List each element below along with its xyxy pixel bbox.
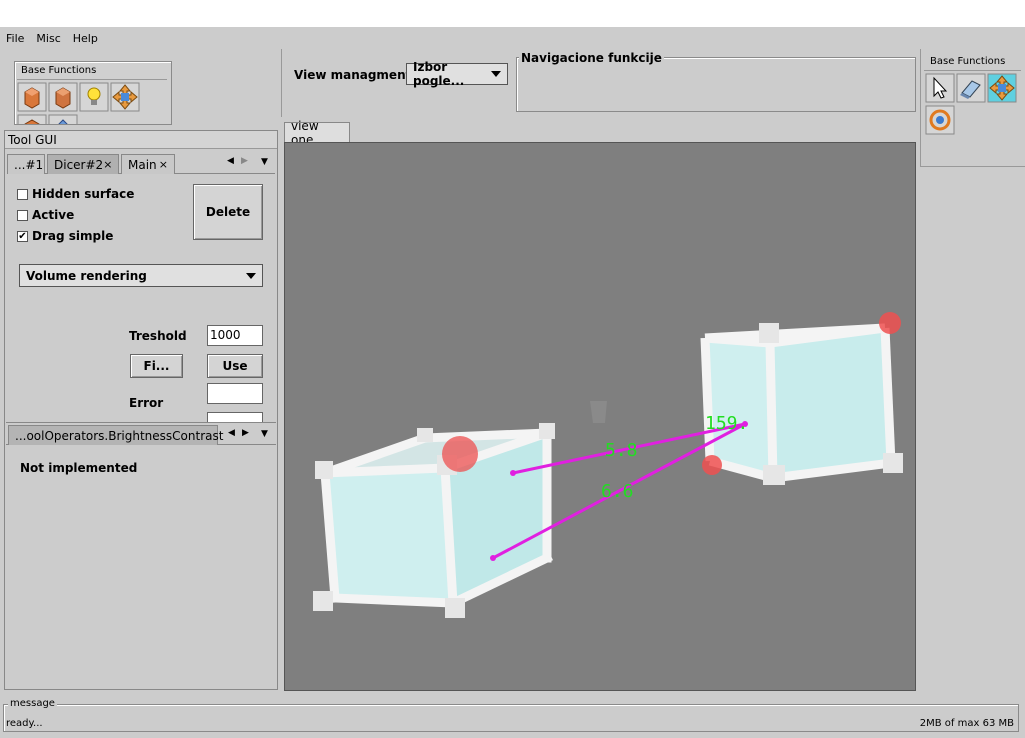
active-checkbox[interactable]: Active [17, 208, 74, 222]
view-management-area: View managment Izbor pogle... Navigacion… [281, 49, 919, 117]
view-management-label: View managment [294, 68, 412, 82]
delete-button-label: Delete [205, 205, 251, 219]
use-button-label: Use [222, 359, 248, 373]
delete-button[interactable]: Delete [193, 184, 263, 240]
drag-simple-label: Drag simple [32, 229, 114, 243]
drag-simple-check[interactable]: ✔ [17, 231, 28, 242]
not-implemented-text: Not implemented [20, 461, 138, 475]
tab-list-chevron-down-icon[interactable]: ▼ [261, 429, 268, 439]
left-volume-box[interactable] [313, 423, 555, 618]
fit-button[interactable]: Fi... [130, 354, 183, 378]
shape-tool-button[interactable] [48, 114, 78, 124]
threshold-input[interactable]: 1000 [207, 325, 263, 346]
chevron-down-icon [491, 71, 501, 77]
cube-tool-button-1[interactable] [17, 82, 47, 112]
drag-simple-checkbox[interactable]: ✔ Drag simple [17, 229, 113, 243]
render-mode-select[interactable]: Volume rendering [19, 264, 263, 287]
measurement-label-3: 159. [705, 413, 748, 434]
menu-help[interactable]: Help [73, 32, 98, 45]
tab-dicer-2-label: Dicer#2 [54, 157, 104, 172]
base-functions-right-title: Base Functions [930, 56, 1006, 67]
render-mode-value: Volume rendering [26, 268, 147, 283]
tool-gui-title-bar: Tool GUI [5, 131, 277, 149]
tab-main[interactable]: Main × [121, 154, 175, 174]
tab-main-label: Main [128, 157, 157, 172]
tab-1-label: ...#1 [14, 157, 44, 172]
navigation-functions-title: Navigacione funkcije [519, 51, 664, 65]
base-functions-left-group: Base Functions [14, 61, 172, 125]
threshold-label: Treshold [129, 329, 187, 343]
close-icon[interactable]: × [103, 158, 112, 171]
tool-gui-tabstrip: ...#1 Dicer#2 × Main × ◀ ▶ ▼ [7, 152, 275, 174]
error-label: Error [129, 396, 164, 410]
menu-bar: File Misc Help [0, 27, 1025, 49]
tab-brightness-contrast-label: ...oolOperators.BrightnessContrast [15, 428, 224, 443]
scroll-left-icon[interactable]: ◀ [228, 428, 235, 438]
tool-gui-title: Tool GUI [8, 133, 57, 147]
cube-tool-button-2[interactable] [48, 82, 78, 112]
base-functions-right-group: Base Functions [924, 53, 1021, 161]
menu-misc[interactable]: Misc [36, 32, 60, 45]
view-select-value: Izbor pogle... [413, 60, 465, 88]
cube-tool-button-3[interactable] [17, 114, 47, 124]
light-bulb-icon[interactable] [79, 82, 109, 112]
fit-button-label: Fi... [143, 359, 170, 373]
tab-1[interactable]: ...#1 [7, 154, 45, 174]
active-label: Active [32, 208, 75, 222]
measurement-label-2: 6.6 [601, 481, 634, 502]
right-volume-box[interactable] [700, 312, 903, 485]
operators-panel: ...oolOperators.BrightnessContrast ◀ ▶ ▼… [6, 422, 276, 688]
left-toolbar-area: Base Functions [0, 49, 280, 127]
tab-dicer-2[interactable]: Dicer#2 × [47, 154, 119, 174]
active-check[interactable] [17, 210, 28, 221]
rotate-icon[interactable] [925, 105, 955, 135]
hidden-surface-label: Hidden surface [32, 187, 135, 201]
use-button[interactable]: Use [207, 354, 263, 378]
tool-gui-panel: Tool GUI ...#1 Dicer#2 × Main × ◀ ▶ ▼ Hidd… [4, 130, 278, 690]
hidden-surface-checkbox[interactable]: Hidden surface [17, 187, 134, 201]
hidden-surface-check[interactable] [17, 189, 28, 200]
navigation-functions-group: Navigacione funkcije [516, 51, 916, 112]
move-arrows-icon[interactable] [987, 73, 1017, 103]
scroll-right-icon[interactable]: ▶ [242, 428, 249, 438]
message-title: message [8, 698, 57, 709]
scroll-left-icon[interactable]: ◀ [227, 156, 234, 166]
tab-list-chevron-down-icon[interactable]: ▼ [261, 157, 268, 167]
pointer-arrow-icon[interactable] [925, 73, 955, 103]
eraser-icon[interactable] [956, 73, 986, 103]
application-window: File Misc Help Base Functions Tool GUI .… [0, 27, 1025, 738]
3d-scene[interactable]: 5.8 6.6 159. [285, 143, 915, 690]
right-toolbar-area: Base Functions [920, 49, 1025, 167]
scroll-right-icon[interactable]: ▶ [241, 156, 248, 166]
message-group: message ready... 2MB of max 63 MB [3, 698, 1019, 732]
error-input[interactable] [207, 383, 263, 404]
tab-brightness-contrast[interactable]: ...oolOperators.BrightnessContrast [8, 425, 223, 445]
base-functions-left-title: Base Functions [21, 65, 97, 76]
move-arrows-icon[interactable] [110, 82, 140, 112]
chevron-down-icon [246, 272, 256, 279]
operators-tabstrip: ...oolOperators.BrightnessContrast ◀ ▶ ▼ [6, 423, 276, 445]
3d-viewport[interactable]: 5.8 6.6 159. [284, 142, 916, 691]
status-text: ready... [6, 718, 43, 729]
close-icon[interactable]: × [159, 158, 168, 171]
menu-file[interactable]: File [6, 32, 24, 45]
memory-usage: 2MB of max 63 MB [919, 718, 1014, 729]
extra-input[interactable] [207, 412, 263, 422]
measurement-label-1: 5.8 [605, 440, 638, 461]
tab-view-one[interactable]: view one [284, 119, 350, 147]
view-select[interactable]: Izbor pogle... [406, 60, 508, 88]
